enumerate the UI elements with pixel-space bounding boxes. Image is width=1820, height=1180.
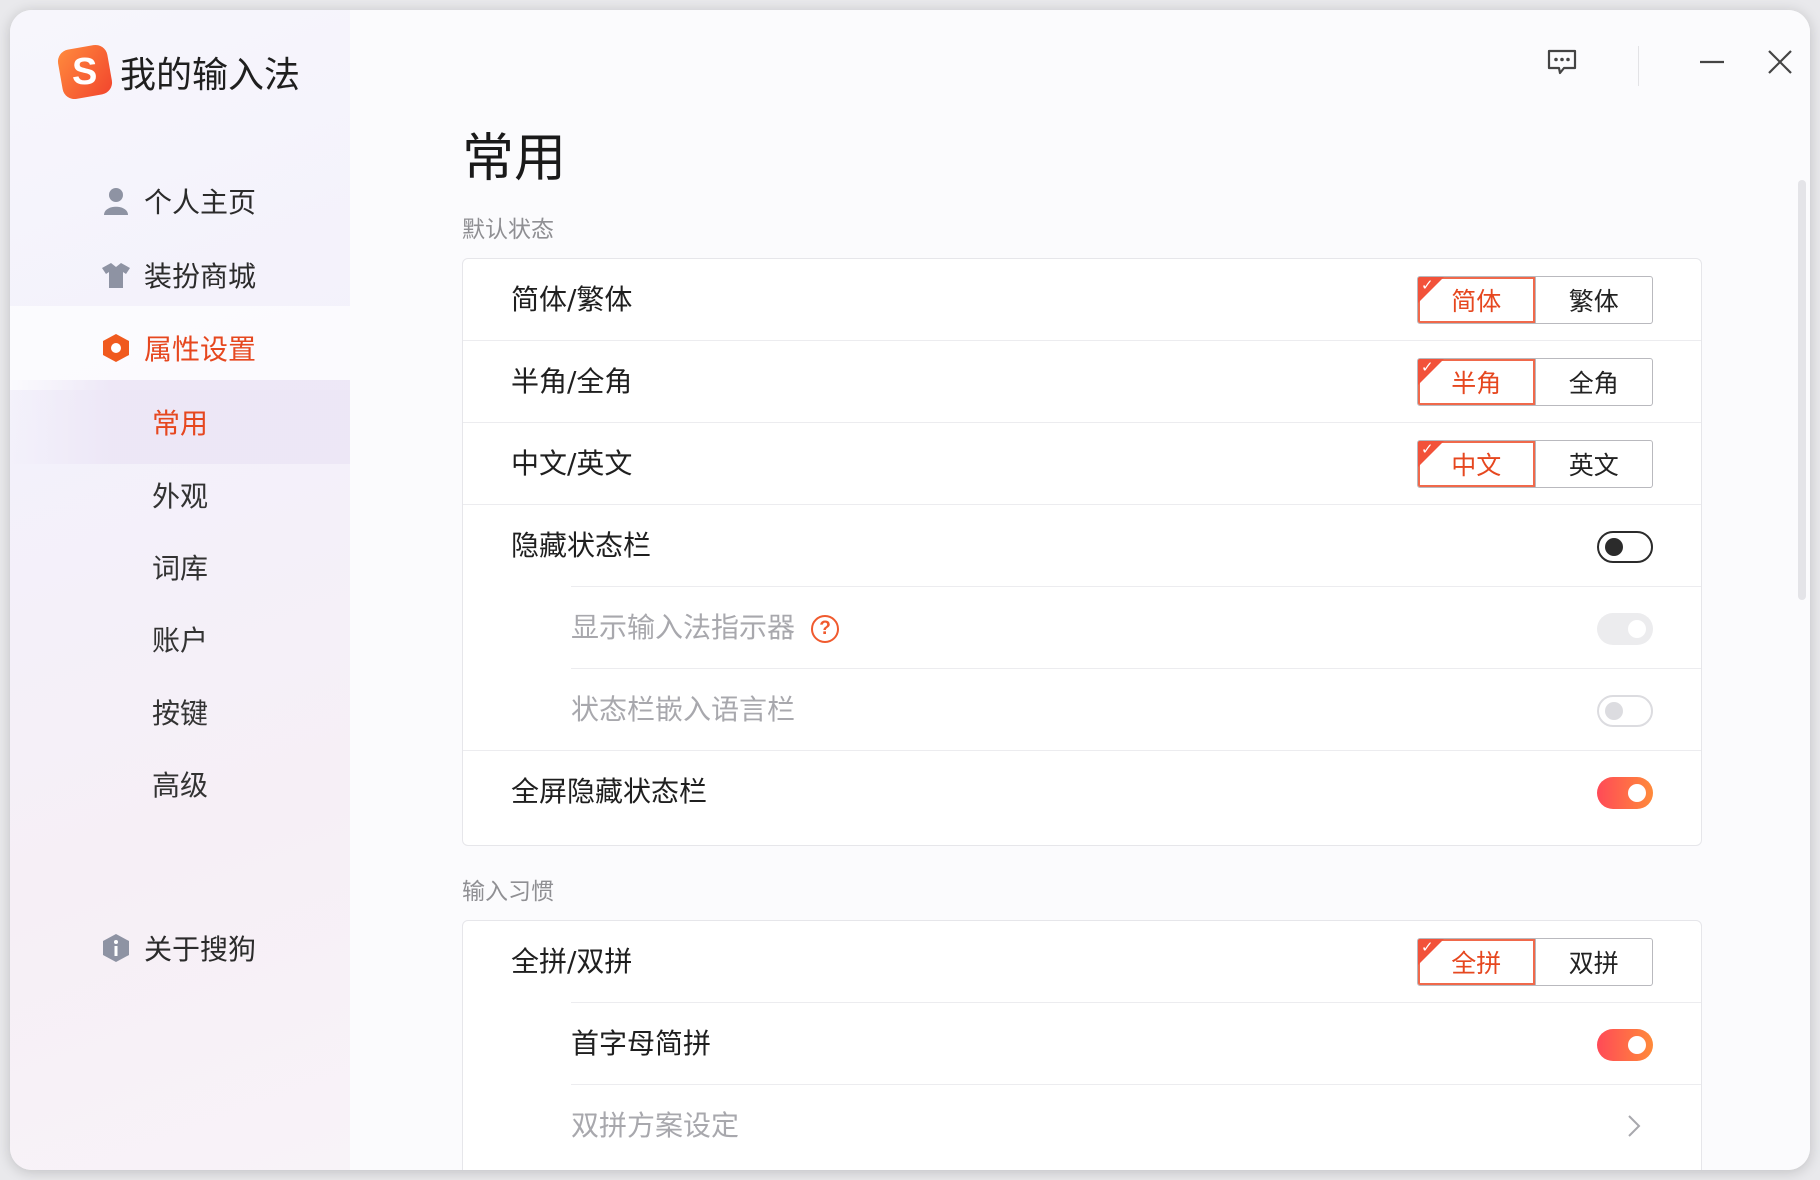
sidebar-subitem-advanced[interactable]: 高级 — [10, 742, 350, 826]
feedback-button[interactable] — [1538, 40, 1586, 88]
setting-label: 全拼/双拼 — [511, 945, 633, 978]
segmented-control: ✓ 中文 英文 — [1417, 440, 1653, 488]
page-title: 常用 — [462, 129, 567, 189]
check-icon: ✓ — [1421, 938, 1434, 956]
show-indicator-toggle[interactable] — [1597, 613, 1653, 645]
segment-option-label: 英文 — [1568, 451, 1619, 480]
hide-status-bar-toggle[interactable] — [1597, 531, 1653, 563]
section-label-default-state: 默认状态 — [462, 217, 554, 243]
setting-row-embed-language-bar: 状态栏嵌入语言栏 — [463, 669, 1701, 751]
setting-label: 中文/英文 — [511, 447, 633, 480]
segment-option-traditional[interactable]: 繁体 — [1534, 277, 1653, 323]
setting-row-hide-status-bar: 隐藏状态栏 — [463, 505, 1701, 587]
segment-option-label: 全拼 — [1451, 949, 1502, 978]
shirt-icon — [102, 261, 130, 289]
close-button[interactable] — [1756, 40, 1804, 88]
close-icon — [1766, 48, 1794, 80]
sidebar-subitem-label: 外观 — [152, 480, 209, 513]
segmented-control: ✓ 半角 全角 — [1417, 358, 1653, 406]
minimize-icon — [1698, 48, 1726, 80]
sidebar-item-profile[interactable]: 个人主页 — [10, 159, 350, 243]
app-logo-letter: S — [72, 51, 98, 94]
toggle-knob — [1628, 784, 1646, 802]
sidebar-subitem-general[interactable]: 常用 — [10, 380, 350, 464]
sidebar-subitem-account[interactable]: 账户 — [10, 597, 350, 681]
setting-label: 简体/繁体 — [511, 283, 633, 316]
segment-option-full-width[interactable]: 全角 — [1534, 359, 1653, 405]
segment-option-double-pinyin[interactable]: 双拼 — [1534, 939, 1653, 985]
segment-option-label: 繁体 — [1568, 287, 1619, 316]
minimize-button[interactable] — [1688, 40, 1736, 88]
setting-label: 半角/全角 — [511, 365, 633, 398]
segmented-control: ✓ 简体 繁体 — [1417, 276, 1653, 324]
settings-window: S 我的输入法 个人主页 装扮商城 属性设置 常用 外观 词库 账户 按键 高级… — [10, 10, 1810, 1170]
sidebar-item-label: 装扮商城 — [144, 260, 257, 293]
app-logo-icon: S — [56, 43, 114, 101]
setting-row-initial-abbreviation: 首字母简拼 — [463, 1003, 1701, 1085]
segment-option-label: 半角 — [1451, 369, 1502, 398]
segment-option-label: 简体 — [1451, 287, 1502, 316]
setting-row-simplified-traditional: 简体/繁体 ✓ 简体 繁体 — [463, 259, 1701, 341]
sidebar-item-label: 关于搜狗 — [144, 933, 257, 966]
info-icon — [102, 934, 130, 962]
settings-hexagon-icon — [102, 334, 130, 362]
sidebar-subitem-label: 账户 — [152, 624, 209, 657]
toggle-knob — [1628, 1036, 1646, 1054]
sidebar-item-store[interactable]: 装扮商城 — [10, 233, 350, 317]
segmented-control: ✓ 全拼 双拼 — [1417, 938, 1653, 986]
user-icon — [102, 187, 130, 215]
setting-row-chinese-english: 中文/英文 ✓ 中文 英文 — [463, 423, 1701, 505]
sidebar-subitem-label: 高级 — [152, 769, 209, 802]
setting-label: 首字母简拼 — [571, 1027, 712, 1060]
app-name: 我的输入法 — [120, 55, 301, 96]
check-icon: ✓ — [1421, 276, 1434, 294]
sidebar-item-settings[interactable]: 属性设置 — [10, 306, 350, 390]
section-label-input-habits: 输入习惯 — [462, 879, 554, 905]
setting-label: 显示输入法指示器 — [571, 611, 796, 644]
settings-card-input-habits: 全拼/双拼 ✓ 全拼 双拼 首字母简拼 双拼方案设定 — [462, 920, 1702, 1170]
setting-label: 双拼方案设定 — [571, 1109, 740, 1142]
setting-row-double-pinyin-scheme[interactable]: 双拼方案设定 — [463, 1085, 1701, 1167]
setting-row-half-full-width: 半角/全角 ✓ 半角 全角 — [463, 341, 1701, 423]
main-panel: 常用 默认状态 简体/繁体 ✓ 简体 繁体 半角/全角 ✓ 半角 全角 中文/英… — [350, 10, 1810, 1170]
sidebar: S 我的输入法 个人主页 装扮商城 属性设置 常用 外观 词库 账户 按键 高级… — [10, 10, 350, 1170]
setting-label: 隐藏状态栏 — [511, 529, 652, 562]
initial-abbreviation-toggle[interactable] — [1597, 1029, 1653, 1061]
segment-option-chinese[interactable]: ✓ 中文 — [1418, 441, 1535, 487]
settings-card-default-state: 简体/繁体 ✓ 简体 繁体 半角/全角 ✓ 半角 全角 中文/英文 ✓ 中文 英… — [462, 258, 1702, 846]
setting-label: 状态栏嵌入语言栏 — [571, 693, 796, 726]
setting-row-full-double-pinyin: 全拼/双拼 ✓ 全拼 双拼 — [463, 921, 1701, 1003]
sidebar-item-label: 属性设置 — [144, 333, 257, 366]
segment-option-english[interactable]: 英文 — [1534, 441, 1653, 487]
toggle-knob — [1605, 538, 1623, 556]
fullscreen-hide-status-bar-toggle[interactable] — [1597, 777, 1653, 809]
segment-option-full-pinyin[interactable]: ✓ 全拼 — [1418, 939, 1535, 985]
check-icon: ✓ — [1421, 440, 1434, 458]
sidebar-subitem-label: 词库 — [152, 552, 209, 585]
app-brand: S 我的输入法 — [56, 43, 301, 101]
setting-row-show-indicator: 显示输入法指示器 ? — [463, 587, 1701, 669]
setting-label: 全屏隐藏状态栏 — [511, 775, 708, 808]
chevron-right-icon — [1619, 1111, 1649, 1141]
segment-option-simplified[interactable]: ✓ 简体 — [1418, 277, 1535, 323]
sidebar-subitem-label: 按键 — [152, 697, 209, 730]
toggle-knob — [1605, 702, 1623, 720]
toggle-knob — [1628, 620, 1646, 638]
segment-option-label: 中文 — [1451, 451, 1502, 480]
help-icon[interactable]: ? — [811, 615, 839, 643]
segment-option-label: 全角 — [1568, 369, 1619, 398]
embed-language-bar-toggle[interactable] — [1597, 695, 1653, 727]
setting-row-fullscreen-hide-status-bar: 全屏隐藏状态栏 — [463, 751, 1701, 833]
titlebar-divider — [1638, 46, 1639, 86]
check-icon: ✓ — [1421, 358, 1434, 376]
sidebar-subitem-label: 常用 — [152, 407, 209, 440]
segment-option-label: 双拼 — [1568, 949, 1619, 978]
scrollbar[interactable] — [1798, 180, 1806, 600]
feedback-icon — [1547, 49, 1577, 79]
segment-option-half-width[interactable]: ✓ 半角 — [1418, 359, 1535, 405]
sidebar-item-label: 个人主页 — [144, 186, 257, 219]
sidebar-item-about[interactable]: 关于搜狗 — [10, 906, 350, 990]
